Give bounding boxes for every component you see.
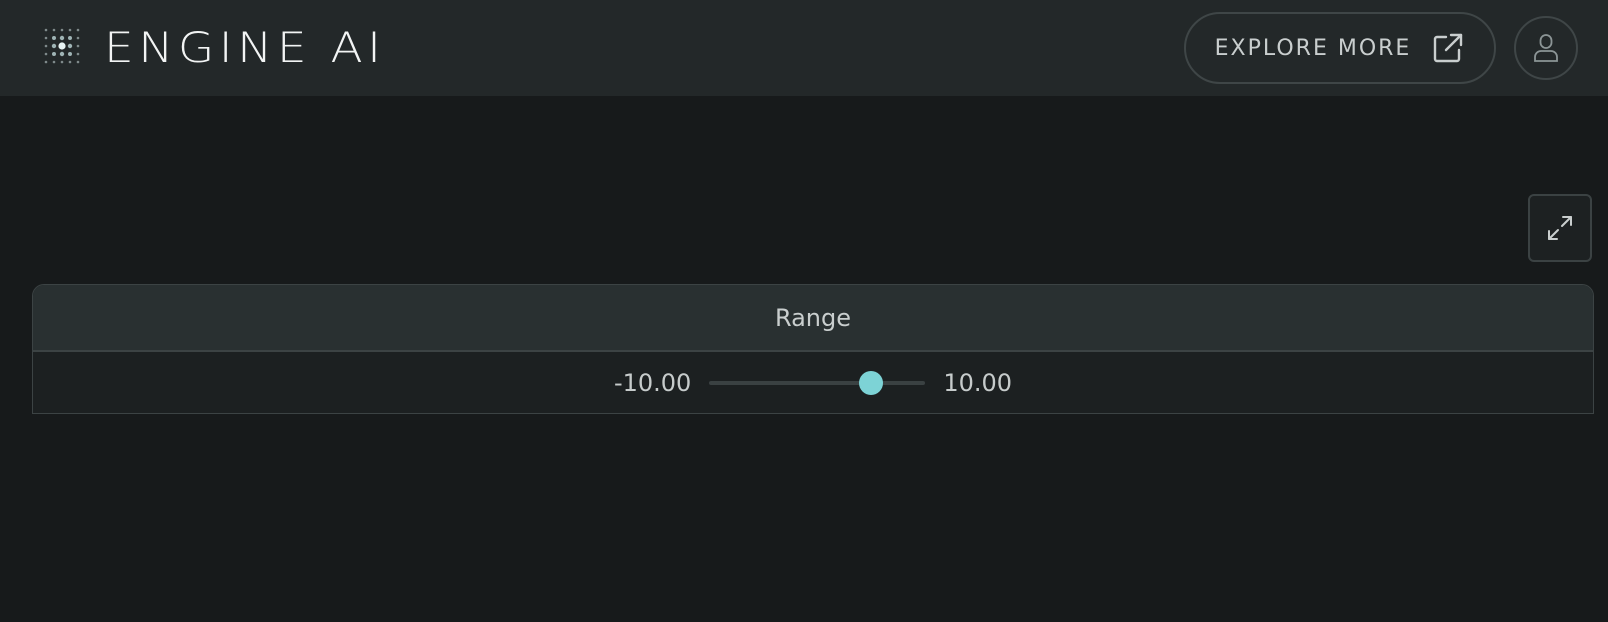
fullscreen-button[interactable] xyxy=(1528,194,1592,262)
user-icon xyxy=(1534,34,1558,62)
dot-grid-logo-icon xyxy=(44,28,80,64)
range-row: -10.00 10.00 xyxy=(33,352,1593,413)
explore-more-button[interactable]: EXPLORE MORE xyxy=(1184,12,1496,84)
expand-icon xyxy=(1548,216,1572,240)
brand[interactable]: ENGINE AI xyxy=(42,26,381,70)
slider-thumb[interactable] xyxy=(859,370,884,395)
brand-name: ENGINE AI xyxy=(104,23,386,72)
range-table: Range -10.00 10.00 xyxy=(32,284,1594,414)
range-slider[interactable] xyxy=(709,369,926,397)
top-header: ENGINE AI EXPLORE MORE xyxy=(0,0,1608,96)
range-max-label: 10.00 xyxy=(943,368,1013,397)
external-link-icon xyxy=(1434,33,1463,63)
range-min-label: -10.00 xyxy=(613,368,692,397)
range-title: Range xyxy=(774,303,852,332)
user-profile-button[interactable] xyxy=(1514,16,1578,80)
explore-more-label: EXPLORE MORE xyxy=(1214,35,1412,61)
slider-track[interactable] xyxy=(709,380,926,385)
range-header: Range xyxy=(33,285,1593,352)
